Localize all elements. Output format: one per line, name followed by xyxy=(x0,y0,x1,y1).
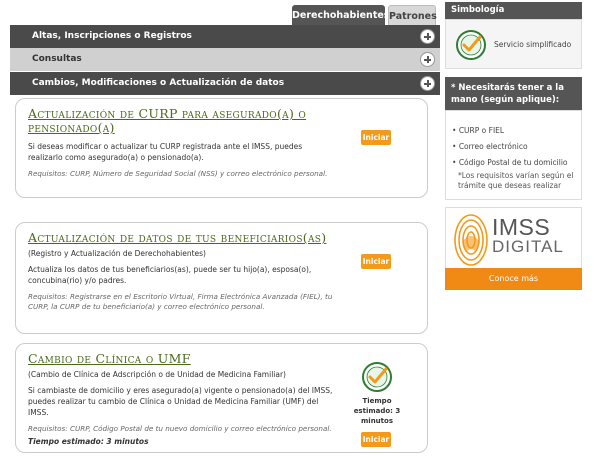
list-item: • CURP o FIEL xyxy=(452,126,505,135)
accordion-consultas-label: Consultas xyxy=(32,54,82,64)
plus-icon[interactable] xyxy=(420,52,435,67)
tab-derechohabientes[interactable]: Derechohabientes xyxy=(292,5,389,25)
card-curp: Actualización de CURP para asegurado(a) … xyxy=(15,98,428,198)
requirements-note-title: * Necesitarás tener a la mano (según apl… xyxy=(445,77,582,110)
plus-icon[interactable] xyxy=(420,29,435,44)
accordion-cambios[interactable]: Cambios, Modificaciones o Actualización … xyxy=(10,72,440,95)
card-beneficiarios: Actualización de datos de tus beneficiar… xyxy=(15,222,428,334)
card-clinica-time: Tiempo estimado: 3 minutos xyxy=(28,437,149,446)
card-curp-requirements: Requisitos: CURP, Número de Seguridad So… xyxy=(28,169,328,178)
card-curp-title[interactable]: Actualización de CURP para asegurado(a) … xyxy=(28,107,328,135)
iniciar-button-clinica[interactable]: Iniciar xyxy=(361,432,391,447)
card-clinica-description: Si cambiaste de domicilio y eres asegura… xyxy=(28,386,333,417)
simbologia-box: Servicio simplificado xyxy=(445,19,582,69)
card-curp-description: Si deseas modificar o actualizar tu CURP… xyxy=(28,142,303,162)
tab-patrones[interactable]: Patrones xyxy=(388,5,437,25)
card-clinica-subtitle: (Cambio de Clínica de Adscripción o de U… xyxy=(28,370,286,379)
requirements-note-box: • CURP o FIEL • Correo electrónico • Cód… xyxy=(445,110,582,200)
card-clinica-title[interactable]: Cambio de Clínica o UMF xyxy=(28,352,328,366)
card-beneficiarios-description: Actualiza los datos de tus beneficiarios… xyxy=(28,265,312,285)
servicio-simplificado-seal-icon xyxy=(362,362,392,392)
plus-icon[interactable] xyxy=(420,76,435,91)
card-beneficiarios-title[interactable]: Actualización de datos de tus beneficiar… xyxy=(28,231,328,245)
card-beneficiarios-requirements: Requisitos: Registrarse en el Escritorio… xyxy=(28,292,333,311)
accordion-cambios-label: Cambios, Modificaciones o Actualización … xyxy=(32,78,285,88)
servicio-simplificado-seal-icon xyxy=(456,30,486,60)
card-beneficiarios-subtitle: (Registro y Actualización de Derechohabi… xyxy=(28,249,206,258)
requirements-extra-note: *Los requisitos varían según el trámite … xyxy=(458,171,574,190)
iniciar-button-curp[interactable]: Iniciar xyxy=(361,130,391,145)
iniciar-button-beneficiarios[interactable]: Iniciar xyxy=(361,254,391,269)
accordion-altas-label: Altas, Inscripciones o Registros xyxy=(32,31,192,41)
conoce-mas-button[interactable]: Conoce más xyxy=(445,268,582,290)
digital-logo-text: DIGITAL xyxy=(492,237,564,256)
simbologia-text: Servicio simplificado xyxy=(494,40,572,49)
accordion-consultas[interactable]: Consultas xyxy=(10,48,440,71)
list-item: • Código Postal de tu domicilio xyxy=(452,158,568,167)
card-clinica: Cambio de Clínica o UMF (Cambio de Clíni… xyxy=(15,343,428,453)
simbologia-title: Simbología xyxy=(445,2,582,19)
fingerprint-icon xyxy=(454,214,488,266)
accordion-altas[interactable]: Altas, Inscripciones o Registros xyxy=(10,25,440,48)
list-item: • Correo electrónico xyxy=(452,142,528,151)
card-clinica-requirements: Requisitos: CURP, Código Postal de tu nu… xyxy=(28,424,332,433)
seal-time-label: Tiempo estimado: 3 minutos xyxy=(353,397,401,425)
